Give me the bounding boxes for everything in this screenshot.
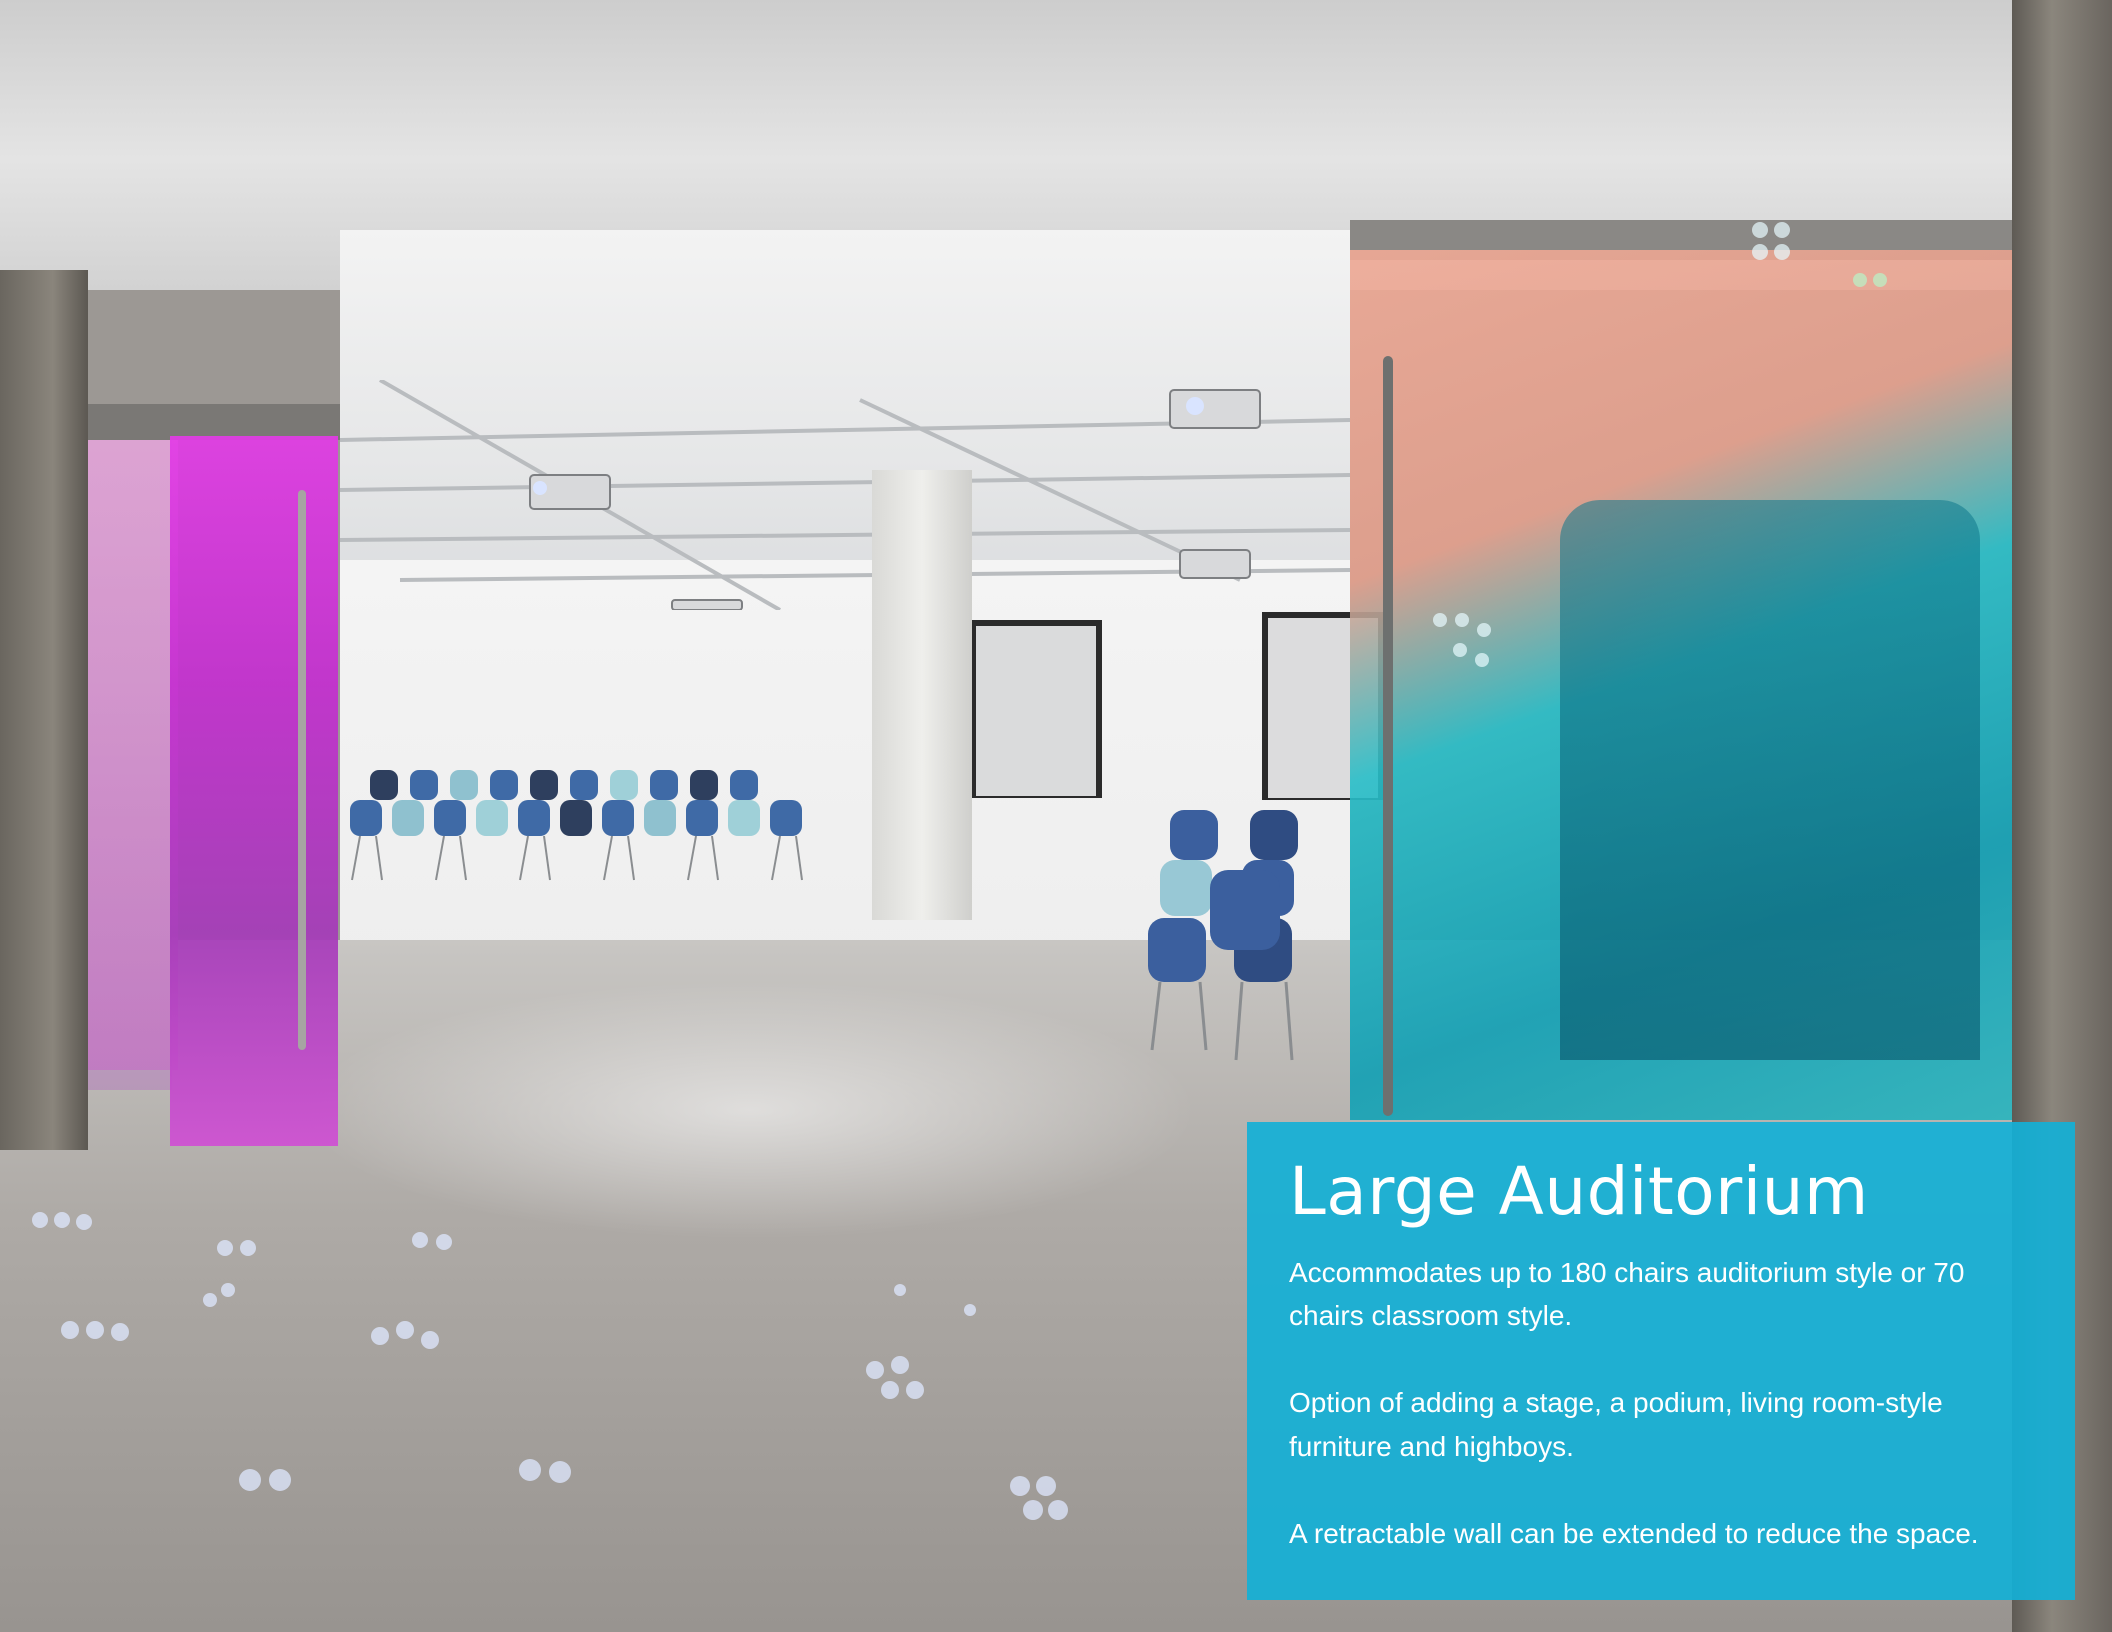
options-text: Option of adding a stage, a podium, livi… — [1289, 1387, 1943, 1462]
right-door-handle — [1383, 356, 1393, 1116]
ceiling-pipes — [340, 380, 1350, 610]
room-description-panel: Large Auditorium Accommodates up to 180 … — [1247, 1122, 2075, 1600]
capacity-text: Accommodates up to 180 chairs auditorium… — [1289, 1256, 1965, 1331]
concrete-pillar-left — [0, 270, 88, 1150]
pink-dichroic-glass-panel — [170, 436, 338, 1146]
left-door-frame — [88, 404, 340, 440]
glass-light-dots — [1433, 222, 1887, 667]
left-door-handle — [298, 490, 306, 1050]
pink-glass-edge — [88, 440, 172, 1090]
chair-rows — [350, 770, 1298, 1061]
room-title: Large Auditorium — [1289, 1153, 1869, 1230]
retractable-wall-text: A retractable wall can be extended to re… — [1289, 1518, 1979, 1550]
floor-light-patterns — [32, 1212, 1068, 1520]
